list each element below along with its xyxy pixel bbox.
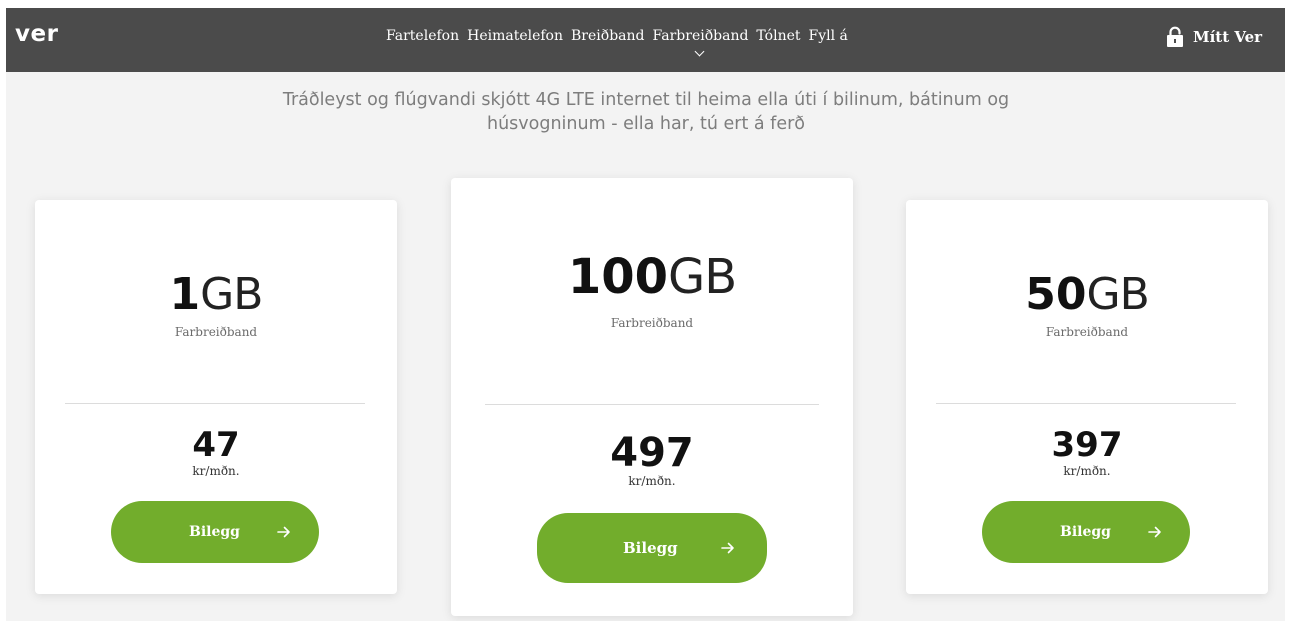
ver-logo[interactable]: ver bbox=[15, 20, 58, 48]
plan-type: Farbreiðband bbox=[610, 316, 694, 330]
card-divider bbox=[65, 403, 365, 404]
nav-item-breidband[interactable]: Breiðband bbox=[567, 26, 648, 46]
plan-price: 397 bbox=[1051, 425, 1123, 465]
nav-item-farbreidband-label: Farbreiðband bbox=[652, 28, 749, 44]
nav-item-heimatelefon[interactable]: Heimatelefon bbox=[463, 26, 567, 46]
plan-size-number: 50 bbox=[1025, 269, 1087, 320]
order-button-label: Bilegg bbox=[623, 539, 678, 557]
intro-text: Tráðleyst og flúgvandi skjótt 4G LTE int… bbox=[196, 88, 1096, 136]
arrow-right-icon bbox=[721, 542, 734, 554]
arrow-right-icon bbox=[277, 526, 290, 538]
price-unit: kr/mðn. bbox=[628, 474, 676, 488]
viewport: ver Fartelefon Heimatelefon Breiðband Fa… bbox=[6, 8, 1285, 621]
account-label: Mítt Ver bbox=[1193, 28, 1263, 46]
plan-size-number: 1 bbox=[169, 269, 201, 320]
plan-card-50gb: 50GB Farbreiðband 397 kr/mðn. Bilegg bbox=[906, 200, 1268, 594]
nav-item-tolnet[interactable]: Tólnet bbox=[752, 26, 804, 46]
plan-size-unit: GB bbox=[200, 269, 263, 320]
chevron-down-icon bbox=[695, 46, 705, 57]
plan-type: Farbreiðband bbox=[174, 325, 258, 339]
plan-card-1gb: 1GB Farbreiðband 47 kr/mðn. Bilegg bbox=[35, 200, 397, 594]
arrow-right-icon bbox=[1148, 526, 1161, 538]
plan-size-unit: GB bbox=[668, 249, 737, 305]
plan-size-unit: GB bbox=[1086, 269, 1149, 320]
plan-size: 50GB bbox=[906, 270, 1268, 320]
nav-item-fartelefon[interactable]: Fartelefon bbox=[382, 26, 463, 46]
order-button-label: Bilegg bbox=[189, 524, 240, 540]
order-button[interactable]: Bilegg bbox=[982, 501, 1190, 563]
intro-line-1: Tráðleyst og flúgvandi skjótt 4G LTE int… bbox=[282, 90, 1010, 110]
nav-item-farbreidband[interactable]: Farbreiðband bbox=[648, 26, 752, 57]
card-divider bbox=[485, 404, 819, 405]
lock-icon bbox=[1167, 26, 1183, 47]
nav-item-fyll-a[interactable]: Fyll á bbox=[805, 26, 852, 46]
plan-size: 1GB bbox=[35, 270, 397, 320]
account-link[interactable]: Mítt Ver bbox=[1166, 26, 1262, 48]
main-nav: Fartelefon Heimatelefon Breiðband Farbre… bbox=[382, 26, 852, 57]
order-button[interactable]: Bilegg bbox=[537, 513, 767, 583]
plan-price: 497 bbox=[610, 430, 694, 476]
price-unit: kr/mðn. bbox=[1063, 464, 1111, 478]
plan-size-number: 100 bbox=[567, 249, 669, 305]
plan-price: 47 bbox=[192, 425, 240, 465]
order-button[interactable]: Bilegg bbox=[111, 501, 319, 563]
order-button-label: Bilegg bbox=[1060, 524, 1111, 540]
plan-card-100gb: 100GB Farbreiðband 497 kr/mðn. Bilegg bbox=[451, 178, 853, 616]
top-navbar: ver Fartelefon Heimatelefon Breiðband Fa… bbox=[6, 8, 1285, 72]
card-divider bbox=[936, 403, 1236, 404]
plan-size: 100GB bbox=[451, 250, 853, 304]
price-unit: kr/mðn. bbox=[192, 464, 240, 478]
intro-line-2: húsvogninum - ella har, tú ert á ferð bbox=[486, 114, 806, 134]
page: ver Fartelefon Heimatelefon Breiðband Fa… bbox=[0, 0, 1291, 621]
plan-type: Farbreiðband bbox=[1045, 325, 1129, 339]
